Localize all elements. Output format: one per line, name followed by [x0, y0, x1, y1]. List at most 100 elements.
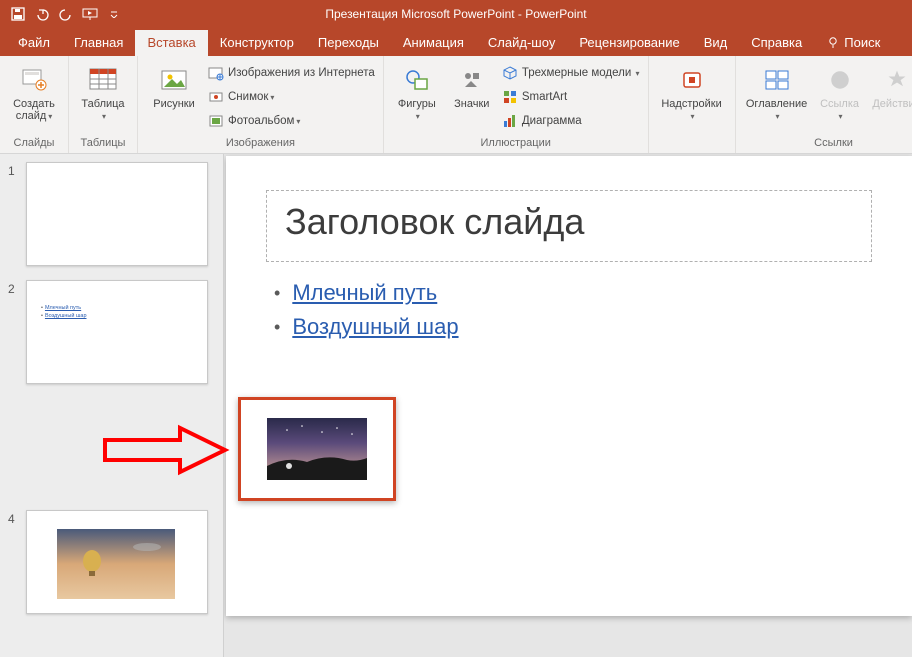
- thumbnail-number: 4: [8, 510, 26, 526]
- addins-icon: [676, 64, 708, 96]
- addins-label: Надстройки▾: [661, 98, 721, 122]
- thumbnail-4[interactable]: 4: [8, 510, 215, 614]
- tab-home[interactable]: Главная: [62, 30, 135, 56]
- thumbnail-number: 2: [8, 280, 26, 296]
- new-slide-button[interactable]: Создать слайд▾: [8, 60, 60, 122]
- slide-title-placeholder[interactable]: Заголовок слайда: [266, 190, 872, 262]
- dragged-thumbnail-image: [267, 418, 367, 480]
- redo-button[interactable]: [56, 4, 76, 24]
- save-button[interactable]: [8, 4, 28, 24]
- group-addins: Надстройки▾: [649, 56, 736, 153]
- action-button[interactable]: Действие: [870, 60, 912, 122]
- photo-album-button[interactable]: Фотоальбом▾: [208, 110, 375, 132]
- thumbnail-number: 1: [8, 162, 26, 178]
- thumbnail-4-image: [57, 529, 175, 599]
- toc-button[interactable]: Оглавление▾: [744, 60, 810, 122]
- quick-access-toolbar: [0, 4, 124, 24]
- tab-review[interactable]: Рецензирование: [567, 30, 691, 56]
- lightbulb-icon: [826, 36, 840, 50]
- shapes-button[interactable]: Фигуры▾: [392, 60, 442, 132]
- cube-icon: [502, 65, 518, 81]
- slide-thumbnail-panel[interactable]: 1 2 •Млечный путь •Воздушный шар 4: [0, 154, 224, 657]
- chart-icon: [502, 113, 518, 129]
- slide-content-list[interactable]: • Млечный путь • Воздушный шар: [266, 280, 872, 340]
- screenshot-label: Снимок▾: [228, 91, 274, 103]
- 3d-models-label: Трехмерные модели ▾: [522, 67, 640, 79]
- group-illustrations-label: Иллюстрации: [392, 137, 640, 151]
- undo-button[interactable]: [32, 4, 52, 24]
- bullet-icon: •: [274, 283, 280, 304]
- tab-search[interactable]: Поиск: [814, 30, 892, 56]
- group-links: Оглавление▾ Ссылка▾ Действие Ссылки: [736, 56, 912, 153]
- group-tables: Таблица▾ Таблицы: [69, 56, 138, 153]
- table-button[interactable]: Таблица▾: [77, 60, 129, 122]
- photo-album-icon: [208, 113, 224, 129]
- pictures-label: Рисунки: [153, 98, 195, 110]
- tab-transitions[interactable]: Переходы: [306, 30, 391, 56]
- smartart-icon: [502, 89, 518, 105]
- icons-button[interactable]: Значки: [448, 60, 496, 132]
- dragged-thumbnail[interactable]: [238, 397, 396, 501]
- group-tables-label: Таблицы: [77, 137, 129, 151]
- thumbnail-1[interactable]: 1: [8, 162, 215, 266]
- group-slides-label: Слайды: [8, 137, 60, 151]
- list-item[interactable]: • Воздушный шар: [274, 314, 872, 340]
- chart-button[interactable]: Диаграмма: [502, 110, 640, 132]
- new-slide-icon: [18, 64, 50, 96]
- table-icon: [87, 64, 119, 96]
- thumbnail-2-content: •Млечный путь •Воздушный шар: [41, 305, 87, 321]
- photo-album-label: Фотоальбом▾: [228, 115, 300, 127]
- tab-insert[interactable]: Вставка: [135, 30, 207, 56]
- qat-dropdown[interactable]: [104, 4, 124, 24]
- 3d-models-button[interactable]: Трехмерные модели ▾: [502, 62, 640, 84]
- window-title: Презентация Microsoft PowerPoint - Power…: [325, 7, 586, 21]
- tab-design[interactable]: Конструктор: [208, 30, 306, 56]
- addins-button[interactable]: Надстройки▾: [657, 60, 727, 122]
- new-slide-label: Создать слайд▾: [13, 98, 55, 122]
- workspace: 1 2 •Млечный путь •Воздушный шар 4: [0, 154, 912, 657]
- smartart-button[interactable]: SmartArt: [502, 86, 640, 108]
- thumbnail-slide-1[interactable]: [26, 162, 208, 266]
- pictures-icon: [158, 64, 190, 96]
- online-pictures-button[interactable]: Изображения из Интернета: [208, 62, 375, 84]
- bullet-icon: •: [274, 317, 280, 338]
- group-images-label: Изображения: [146, 137, 375, 151]
- group-illustrations: Фигуры▾ Значки Трехмерные модели ▾ Smart…: [384, 56, 649, 153]
- start-slideshow-button[interactable]: [80, 4, 100, 24]
- tab-file[interactable]: Файл: [6, 30, 62, 56]
- group-images: Рисунки Изображения из Интернета Снимок▾…: [138, 56, 384, 153]
- link-button[interactable]: Ссылка▾: [816, 60, 864, 122]
- group-slides: Создать слайд▾ Слайды: [0, 56, 69, 153]
- ribbon-tabs: Файл Главная Вставка Конструктор Переход…: [0, 28, 912, 56]
- tab-search-label: Поиск: [844, 35, 880, 50]
- tab-animation[interactable]: Анимация: [391, 30, 476, 56]
- online-pictures-label: Изображения из Интернета: [228, 67, 375, 79]
- screenshot-icon: [208, 89, 224, 105]
- link-icon: [824, 64, 856, 96]
- list-item[interactable]: • Млечный путь: [274, 280, 872, 306]
- thumbnail-slide-4[interactable]: [26, 510, 208, 614]
- tab-view[interactable]: Вид: [692, 30, 740, 56]
- hyperlink-2[interactable]: Воздушный шар: [292, 314, 458, 340]
- ribbon: Создать слайд▾ Слайды Таблица▾ Таблицы Р…: [0, 56, 912, 154]
- slide-editor[interactable]: Заголовок слайда • Млечный путь • Воздушны…: [226, 156, 912, 616]
- table-label: Таблица▾: [81, 98, 124, 122]
- tab-slideshow[interactable]: Слайд-шоу: [476, 30, 567, 56]
- toc-icon: [761, 64, 793, 96]
- tab-help[interactable]: Справка: [739, 30, 814, 56]
- chart-label: Диаграмма: [522, 115, 582, 127]
- action-label: Действие: [872, 98, 912, 110]
- shapes-icon: [401, 64, 433, 96]
- toc-label: Оглавление▾: [746, 98, 807, 122]
- group-links-label: Ссылки: [744, 137, 912, 151]
- icons-label: Значки: [454, 98, 489, 110]
- online-pictures-icon: [208, 65, 224, 81]
- screenshot-button[interactable]: Снимок▾: [208, 86, 375, 108]
- thumbnail-slide-2[interactable]: •Млечный путь •Воздушный шар: [26, 280, 208, 384]
- annotation-arrow: [100, 420, 230, 480]
- pictures-button[interactable]: Рисунки: [146, 60, 202, 132]
- hyperlink-1[interactable]: Млечный путь: [292, 280, 437, 306]
- shapes-label: Фигуры▾: [398, 98, 436, 122]
- icons-icon: [456, 64, 488, 96]
- thumbnail-2[interactable]: 2 •Млечный путь •Воздушный шар: [8, 280, 215, 384]
